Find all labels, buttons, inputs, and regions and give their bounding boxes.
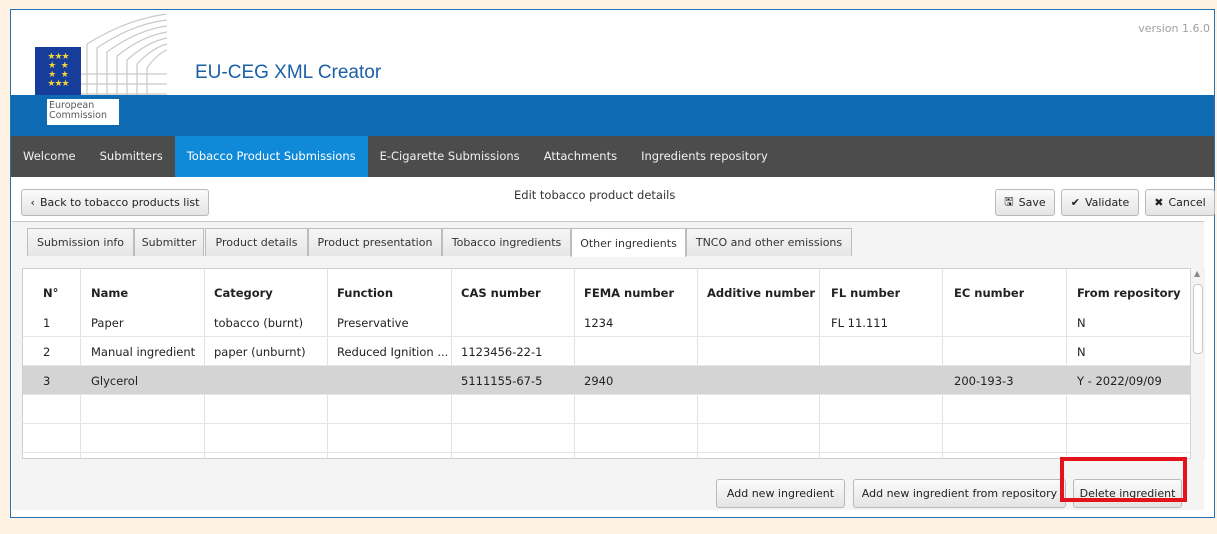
col-header-number[interactable]: N° (43, 286, 58, 300)
nav-ingredients-repository[interactable]: Ingredients repository (629, 136, 780, 177)
nav-attachments[interactable]: Attachments (532, 136, 629, 177)
vertical-scrollbar[interactable]: ▲ (1190, 268, 1205, 459)
header: ★★★ ★ ★ ★ ★ ★★★ EU-CEG XML Creator version … (11, 10, 1214, 102)
nav-welcome[interactable]: Welcome (11, 136, 88, 177)
chevron-left-icon: ‹ (30, 196, 35, 209)
cell-number: 2 (43, 345, 51, 359)
empty-row (23, 424, 1190, 453)
col-header-fema-number[interactable]: FEMA number (584, 286, 674, 300)
cell-fema-number: 1234 (584, 316, 614, 330)
close-icon: ✖ (1154, 196, 1164, 209)
nav-submitters[interactable]: Submitters (88, 136, 175, 177)
table-row-selected[interactable]: 3 Glycerol 5111155-67-5 2940 200-193-3 Y… (23, 366, 1190, 395)
tab-submitter[interactable]: Submitter (134, 228, 204, 256)
cell-fl-number: FL 11.111 (831, 316, 888, 330)
empty-row (23, 453, 1190, 458)
empty-row (23, 395, 1190, 424)
save-button-label: Save (1018, 196, 1046, 209)
cell-from-repository: N (1077, 316, 1086, 330)
header-band (11, 95, 1214, 136)
col-header-cas-number[interactable]: CAS number (461, 286, 541, 300)
back-button-label: Back to tobacco products list (39, 196, 200, 209)
cell-from-repository: Y - 2022/09/09 (1077, 374, 1162, 388)
cell-name: Glycerol (91, 374, 139, 388)
cancel-button[interactable]: ✖ Cancel (1145, 189, 1215, 216)
cell-from-repository: N (1077, 345, 1086, 359)
cell-number: 1 (43, 316, 51, 330)
col-header-category[interactable]: Category (214, 286, 273, 300)
validate-button-label: Validate (1084, 196, 1130, 209)
validate-button[interactable]: ✔ Validate (1061, 189, 1139, 216)
col-header-from-repository[interactable]: From repository (1077, 286, 1181, 300)
cell-name: Paper (91, 316, 124, 330)
tab-product-details[interactable]: Product details (205, 228, 308, 256)
save-button[interactable]: 🖫 Save (995, 189, 1055, 216)
nav-e-cigarette-submissions[interactable]: E-Cigarette Submissions (368, 136, 532, 177)
tab-submission-info[interactable]: Submission info (27, 228, 134, 256)
cell-ec-number: 200-193-3 (954, 374, 1014, 388)
add-ingredient-from-repository-button[interactable]: Add new ingredient from repository (853, 479, 1066, 508)
check-icon: ✔ (1070, 196, 1080, 209)
table-row[interactable]: 2 Manual ingredient paper (unburnt) Redu… (23, 337, 1190, 366)
cell-cas-number: 1123456-22-1 (461, 345, 543, 359)
cancel-button-label: Cancel (1168, 196, 1206, 209)
highlight-box (1060, 457, 1187, 502)
col-header-fl-number[interactable]: FL number (831, 286, 900, 300)
save-icon: 🖫 (1004, 195, 1014, 208)
scrollbar-thumb[interactable] (1193, 284, 1203, 354)
cell-fema-number: 2940 (584, 374, 614, 388)
add-ingredient-button[interactable]: Add new ingredient (716, 479, 845, 508)
cell-category: tobacco (burnt) (214, 316, 304, 330)
version-label: version 1.6.0 (1138, 22, 1210, 35)
cell-category: paper (unburnt) (214, 345, 306, 359)
tab-other-ingredients[interactable]: Other ingredients (571, 228, 686, 257)
col-header-additive-number[interactable]: Additive number (707, 286, 815, 300)
eu-flag-logo: ★★★ ★ ★ ★ ★ ★★★ (35, 47, 81, 95)
nav-tobacco-product-submissions[interactable]: Tobacco Product Submissions (174, 136, 368, 177)
org-line-2: Commission (49, 110, 107, 121)
european-commission-label: European Commission (47, 99, 119, 125)
main-nav: Welcome Submitters Tobacco Product Submi… (11, 136, 1214, 177)
commission-building-logo (72, 14, 168, 102)
cell-cas-number: 5111155-67-5 (461, 374, 543, 388)
col-header-ec-number[interactable]: EC number (954, 286, 1024, 300)
app-title: EU-CEG XML Creator (195, 62, 382, 83)
cell-function: Preservative (337, 316, 409, 330)
table-row[interactable]: 1 Paper tobacco (burnt) Preservative 123… (23, 308, 1190, 337)
tab-tobacco-ingredients[interactable]: Tobacco ingredients (442, 228, 571, 256)
scroll-up-icon[interactable]: ▲ (1194, 269, 1200, 278)
cell-function: Reduced Ignition ... (337, 345, 447, 359)
back-button[interactable]: ‹ Back to tobacco products list (21, 189, 209, 216)
cell-number: 3 (43, 374, 51, 388)
cell-name: Manual ingredient (91, 345, 196, 359)
tab-product-presentation[interactable]: Product presentation (308, 228, 442, 256)
page-title: Edit tobacco product details (514, 188, 676, 202)
col-header-name[interactable]: Name (91, 286, 128, 300)
tab-tnco-emissions[interactable]: TNCO and other emissions (686, 228, 852, 256)
col-header-function[interactable]: Function (337, 286, 393, 300)
ingredients-table: N° Name Category Function CAS number FEM… (22, 268, 1193, 459)
